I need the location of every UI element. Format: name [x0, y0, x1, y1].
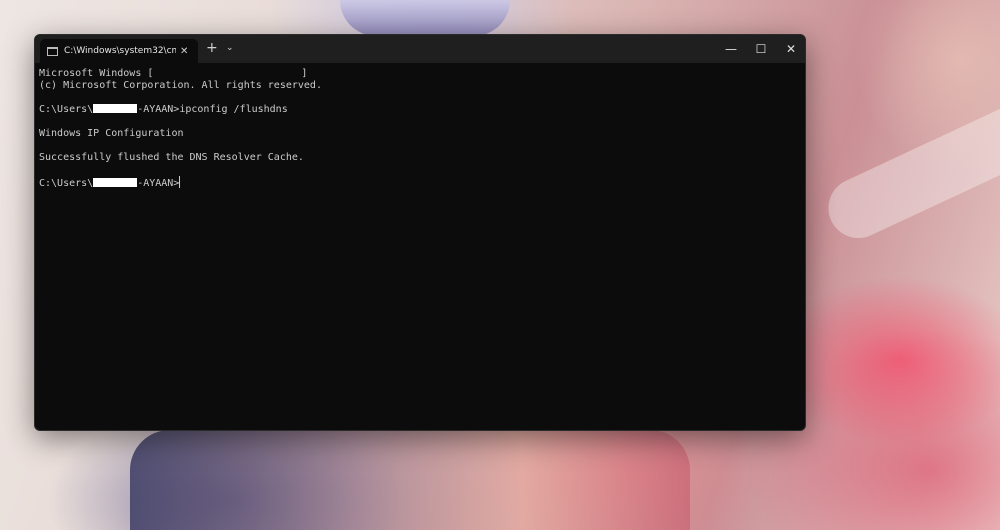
- wallpaper-art: [130, 430, 690, 530]
- redacted-username: [93, 178, 138, 187]
- prompt-prefix: C:\Users\: [39, 104, 94, 115]
- redacted-version: [153, 68, 302, 77]
- tab-cmd[interactable]: C:\Windows\system32\cmd.e ✕: [40, 39, 198, 63]
- text-cursor: [179, 176, 181, 188]
- tab-dropdown-button[interactable]: ⌄: [226, 43, 234, 53]
- prompt-suffix: -AYAAN>: [137, 104, 180, 115]
- new-tab-button[interactable]: +: [206, 40, 218, 56]
- prompt-suffix: -AYAAN>: [137, 178, 180, 189]
- prompt-prefix: C:\Users\: [39, 178, 94, 189]
- version-suffix: ]: [301, 68, 308, 79]
- redacted-username: [93, 104, 138, 113]
- terminal-window[interactable]: C:\Windows\system32\cmd.e ✕ + ⌄ — ☐ ✕ Mi…: [34, 34, 806, 431]
- console-line: C:\Users\ -AYAAN>ipconfig /flushdns: [39, 104, 801, 116]
- maximize-button[interactable]: ☐: [747, 38, 775, 60]
- console-line: (c) Microsoft Corporation. All rights re…: [39, 80, 322, 91]
- console-line: Windows IP Configuration: [39, 128, 184, 139]
- tab-close-button[interactable]: ✕: [180, 46, 188, 57]
- version-prefix: Microsoft Windows [: [39, 68, 154, 79]
- title-bar[interactable]: C:\Windows\system32\cmd.e ✕ + ⌄ — ☐ ✕: [35, 35, 805, 63]
- tab-title: C:\Windows\system32\cmd.e: [64, 46, 176, 56]
- console-line: Successfully flushed the DNS Resolver Ca…: [39, 152, 304, 163]
- console-output[interactable]: Microsoft Windows [] (c) Microsoft Corpo…: [35, 63, 805, 193]
- console-line[interactable]: C:\Users\ -AYAAN>: [39, 176, 801, 189]
- wallpaper-art: [340, 0, 510, 36]
- close-button[interactable]: ✕: [777, 38, 805, 60]
- cmd-icon: [47, 46, 58, 56]
- minimize-button[interactable]: —: [717, 38, 745, 60]
- console-line: Microsoft Windows []: [39, 68, 801, 80]
- wallpaper-art: [818, 92, 1000, 248]
- command-text: ipconfig /flushdns: [179, 104, 288, 115]
